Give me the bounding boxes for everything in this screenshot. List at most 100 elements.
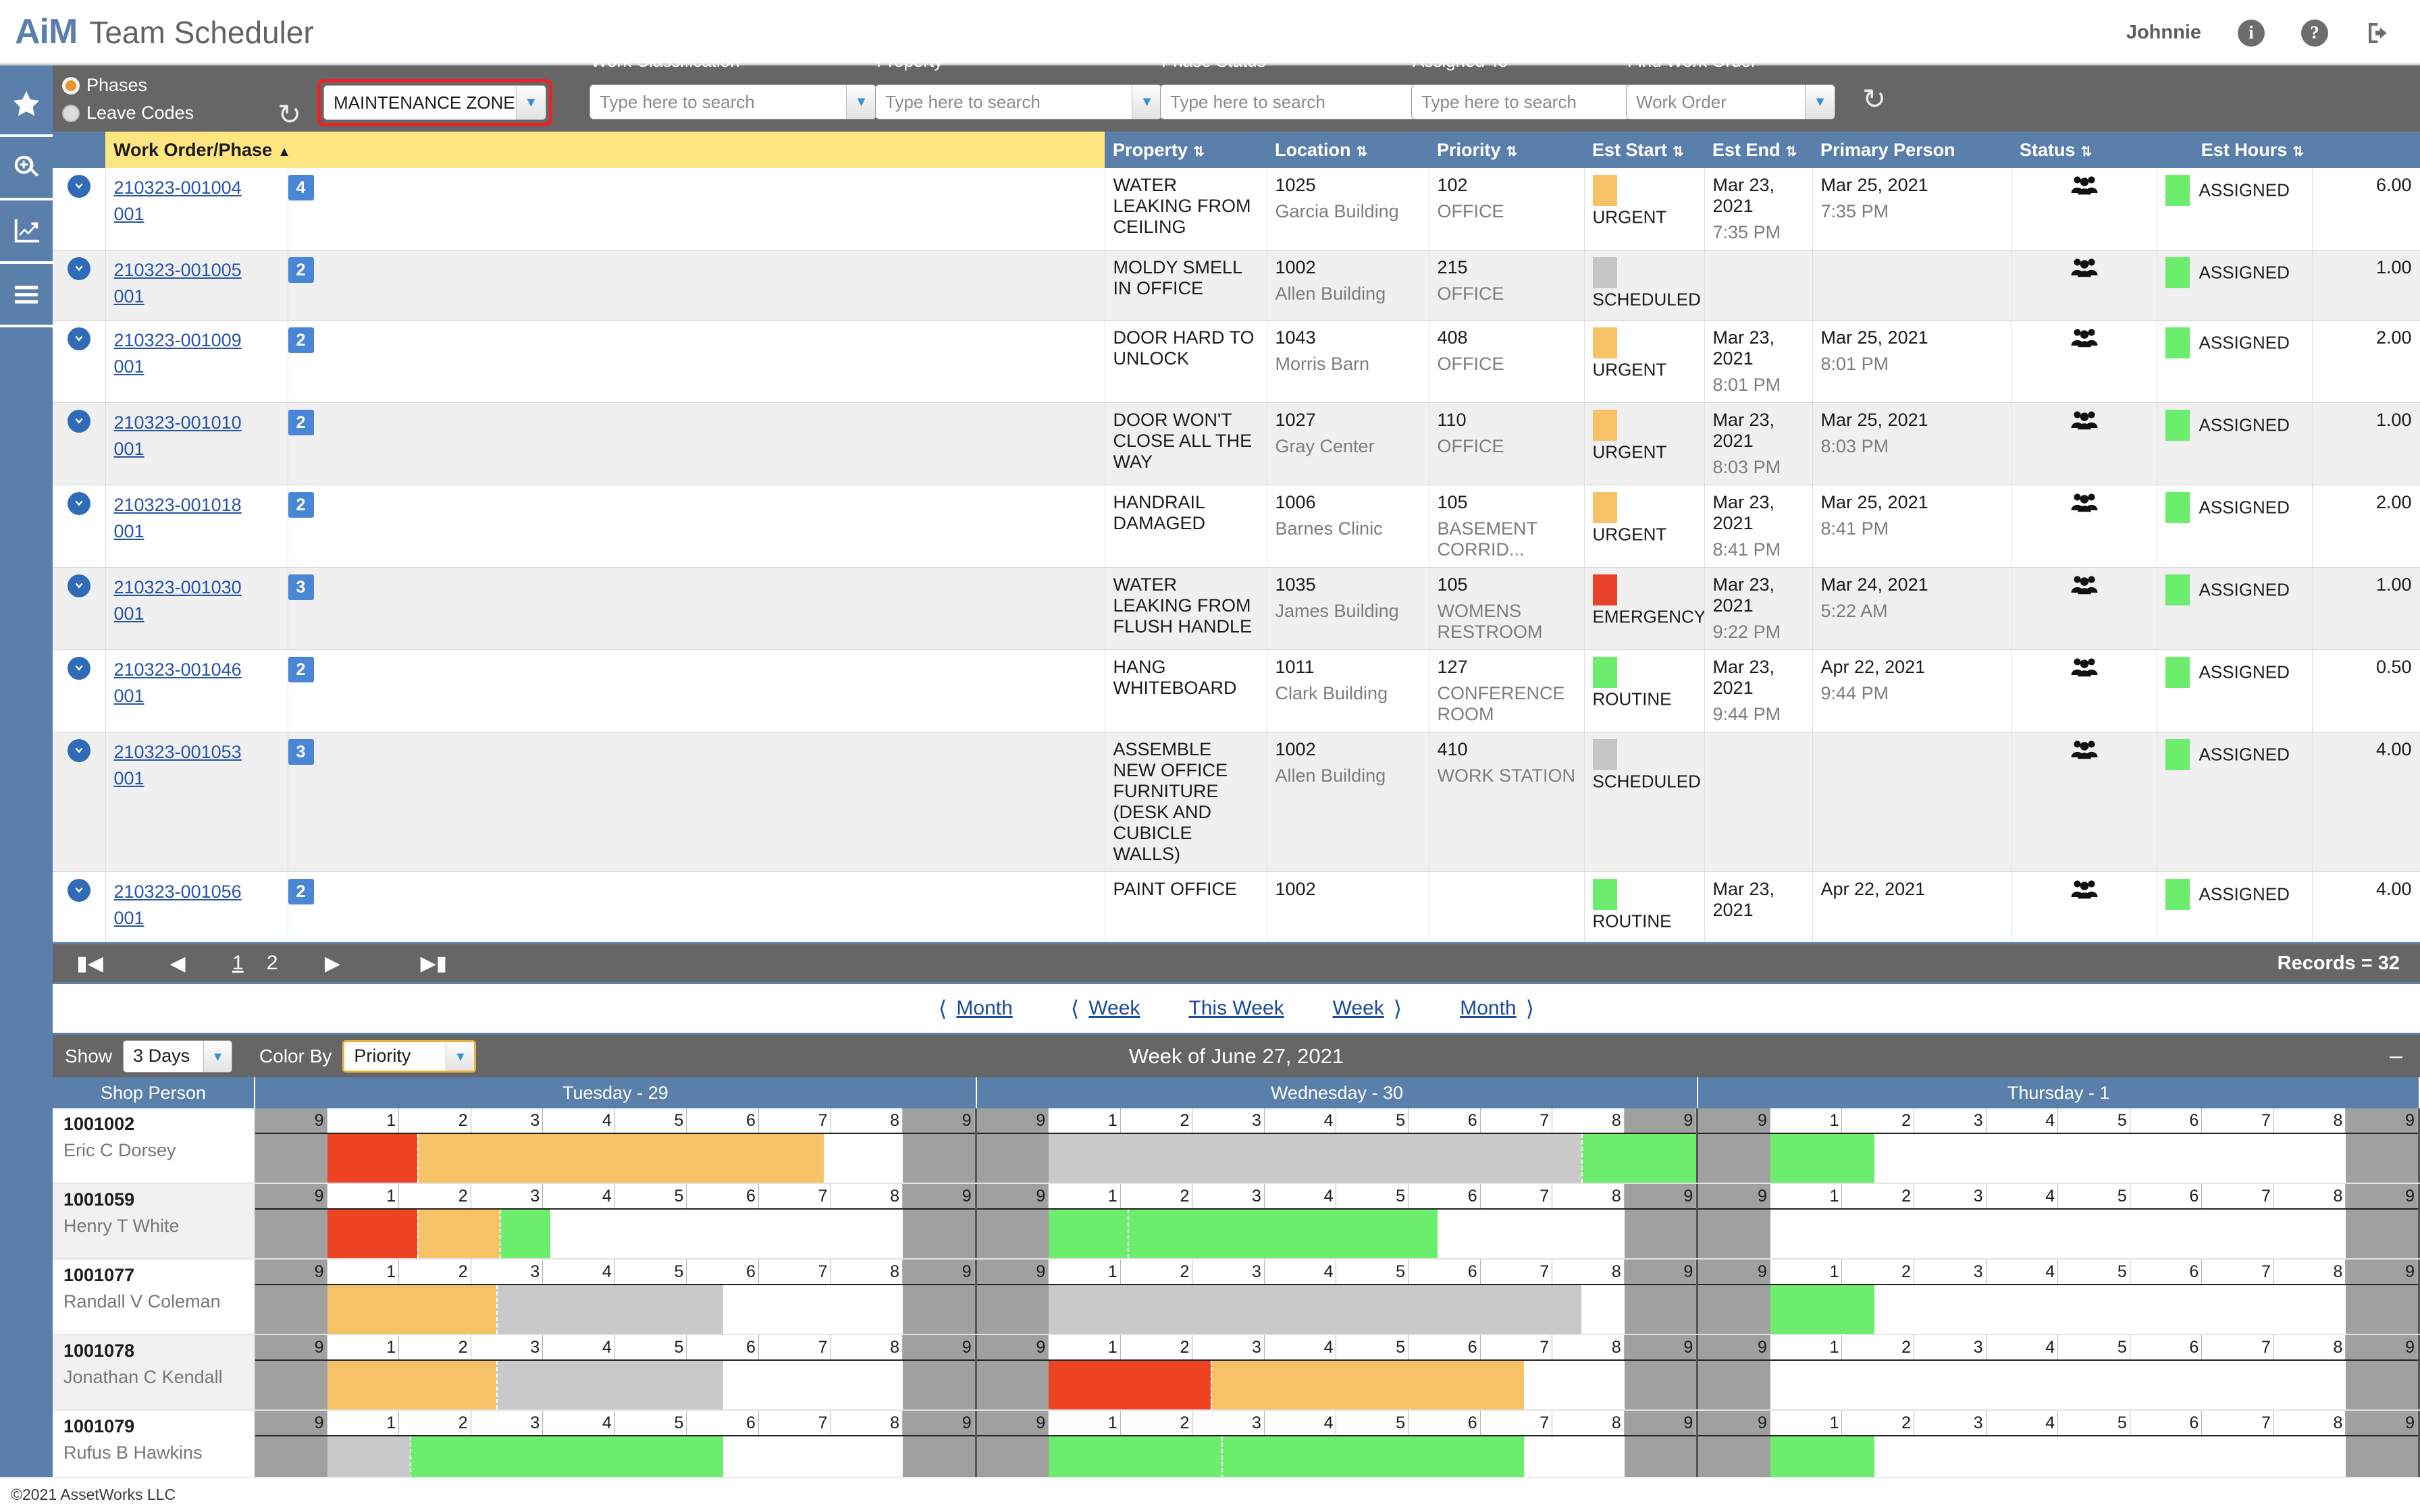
chevron-down-icon[interactable]: ▾ [446, 1042, 475, 1071]
row-expander-cell[interactable] [53, 732, 106, 872]
chevron-down-circle-icon[interactable] [67, 574, 90, 597]
phase-link[interactable]: 001 [114, 354, 280, 380]
help-icon[interactable]: ? [2301, 19, 2328, 47]
gantt-bar[interactable] [500, 1210, 550, 1258]
gantt-bar[interactable] [1049, 1361, 1211, 1409]
gantt-bar[interactable] [1128, 1210, 1438, 1258]
logout-icon[interactable] [2365, 20, 2393, 47]
work-order-link[interactable]: 210323-001053 [114, 739, 280, 765]
row-expander-cell[interactable] [53, 320, 106, 403]
gantt-bar[interactable] [496, 1361, 723, 1409]
gantt-bar-track[interactable] [1698, 1284, 2419, 1334]
chevron-down-circle-icon[interactable] [67, 739, 90, 762]
cell-work-order[interactable]: 210323-001009 001 [105, 320, 288, 403]
cell-work-order[interactable]: 210323-001018 001 [105, 485, 288, 568]
chevron-down-icon[interactable]: ▾ [203, 1040, 232, 1072]
gantt-bar[interactable] [1049, 1285, 1581, 1334]
col-location[interactable]: Location ⇅ [1267, 132, 1429, 168]
radio-leave-codes[interactable]: Leave Codes [62, 103, 194, 124]
chevron-down-icon[interactable]: ▼ [516, 86, 546, 119]
gantt-bar-track[interactable] [976, 1359, 1697, 1409]
table-row[interactable]: 210323-001004 001 4 WATER LEAKING FROM CEIL… [53, 168, 2420, 250]
this-week-link[interactable]: This Week [1188, 997, 1284, 1020]
work-order-link[interactable]: 210323-001004 [114, 175, 280, 201]
gantt-bar[interactable] [1770, 1285, 1875, 1334]
chevron-down-circle-icon[interactable] [67, 410, 90, 433]
prev-week-link[interactable]: Week [1088, 997, 1140, 1020]
filter-assigned-to-input[interactable]: Type here to search [1412, 85, 1637, 119]
gantt-bar-track[interactable] [255, 1208, 975, 1258]
color-by-select[interactable]: Priority ▾ [342, 1040, 477, 1073]
phase-link[interactable]: 001 [114, 601, 280, 627]
sidebar-item-menu[interactable] [0, 264, 53, 327]
filter-property-input[interactable]: Type here to search [876, 85, 1132, 119]
prev-month-chevron-icon[interactable]: ⟨ [939, 996, 947, 1021]
gantt-bar-track[interactable] [255, 1284, 975, 1334]
filter-shop-value[interactable]: MAINTENANCE ZONE 1 [324, 86, 516, 119]
phase-link[interactable]: 001 [114, 905, 280, 932]
gantt-bar[interactable] [1049, 1210, 1128, 1258]
filter-work-classification-combo[interactable]: Type here to search ▼ [589, 84, 876, 119]
gantt-bar-track[interactable] [1698, 1359, 2419, 1409]
row-expander-cell[interactable] [53, 871, 106, 942]
chevron-down-icon[interactable]: ▼ [1132, 85, 1161, 119]
minimize-icon[interactable]: – [2390, 1043, 2402, 1069]
work-order-link[interactable]: 210323-001009 [114, 327, 280, 354]
first-page-icon[interactable]: ▮◀ [53, 952, 127, 975]
cell-work-order[interactable]: 210323-001056 001 [105, 871, 288, 942]
work-order-link[interactable]: 210323-001005 [114, 257, 280, 284]
cell-work-order[interactable]: 210323-001046 001 [105, 649, 288, 732]
work-order-link[interactable]: 210323-001056 [114, 879, 280, 905]
filter-phase-status-combo[interactable]: Type here to search ▼ [1160, 84, 1447, 119]
table-row[interactable]: 210323-001005 001 2 MOLDY SMELL IN OFFICE 10… [53, 250, 2420, 321]
phase-link[interactable]: 001 [114, 683, 280, 709]
phase-link[interactable]: 001 [114, 518, 280, 545]
gantt-bar[interactable] [327, 1210, 417, 1258]
col-property[interactable]: Property ⇅ [1105, 132, 1267, 168]
gantt-bar-track[interactable] [255, 1133, 975, 1183]
next-month-link[interactable]: Month [1460, 997, 1516, 1020]
gantt-bar-track[interactable] [1698, 1133, 2419, 1183]
prev-week-chevron-icon[interactable]: ⟨ [1071, 996, 1079, 1021]
gantt-bar-track[interactable] [976, 1208, 1697, 1258]
row-expander-cell[interactable] [53, 485, 106, 568]
row-expander-cell[interactable] [53, 168, 106, 250]
row-expander-cell[interactable] [53, 567, 106, 650]
gantt-bar[interactable] [1581, 1134, 1697, 1183]
work-order-link[interactable]: 210323-001030 [114, 574, 280, 601]
table-row[interactable]: 210323-001056 001 2 PAINT OFFICE 1002 ROUTINE… [53, 871, 2420, 942]
cell-work-order[interactable]: 210323-001005 001 [105, 250, 288, 321]
work-order-link[interactable]: 210323-001046 [114, 657, 280, 683]
phase-link[interactable]: 001 [114, 436, 280, 462]
prev-page-icon[interactable]: ◀ [127, 952, 228, 975]
chevron-down-icon[interactable]: ▼ [1805, 85, 1835, 119]
gantt-bar-track[interactable] [976, 1284, 1697, 1334]
prev-month-link[interactable]: Month [956, 997, 1012, 1020]
col-work-order-phase[interactable]: Work Order/Phase ▲ [105, 132, 1105, 168]
gantt-bar[interactable] [327, 1285, 496, 1334]
cell-work-order[interactable]: 210323-001030 001 [105, 567, 288, 650]
sidebar-item-favorites[interactable] [0, 74, 53, 137]
gantt-bar-track[interactable] [1698, 1208, 2419, 1258]
gantt-bar[interactable] [1049, 1134, 1581, 1183]
next-week-link[interactable]: Week [1333, 997, 1384, 1020]
next-page-icon[interactable]: ▶ [282, 952, 383, 975]
phase-link[interactable]: 001 [114, 284, 280, 310]
next-week-chevron-icon[interactable]: ⟩ [1394, 996, 1402, 1021]
cell-work-order[interactable]: 210323-001004 001 [105, 168, 288, 250]
gantt-bar[interactable] [327, 1134, 417, 1183]
phase-link[interactable]: 001 [114, 765, 280, 792]
chevron-down-icon[interactable]: ▼ [846, 85, 876, 119]
table-row[interactable]: 210323-001046 001 2 HANG WHITEBOARD 1011 Clar… [53, 649, 2420, 732]
gantt-bar[interactable] [417, 1134, 824, 1183]
filter-find-work-order-input[interactable]: Work Order [1627, 85, 1805, 119]
filter-find-work-order-combo[interactable]: Work Order ▼ [1626, 84, 1835, 119]
col-est-hours[interactable]: Est Hours ⇅ [2157, 132, 2313, 168]
chevron-down-circle-icon[interactable] [67, 175, 90, 198]
gantt-bar[interactable] [327, 1361, 496, 1409]
work-order-link[interactable]: 210323-001018 [114, 492, 280, 518]
gantt-bar-track[interactable] [255, 1359, 975, 1409]
row-expander-cell[interactable] [53, 402, 106, 485]
last-page-icon[interactable]: ▶▮ [383, 952, 484, 975]
filter-work-classification-input[interactable]: Type here to search [590, 85, 846, 119]
